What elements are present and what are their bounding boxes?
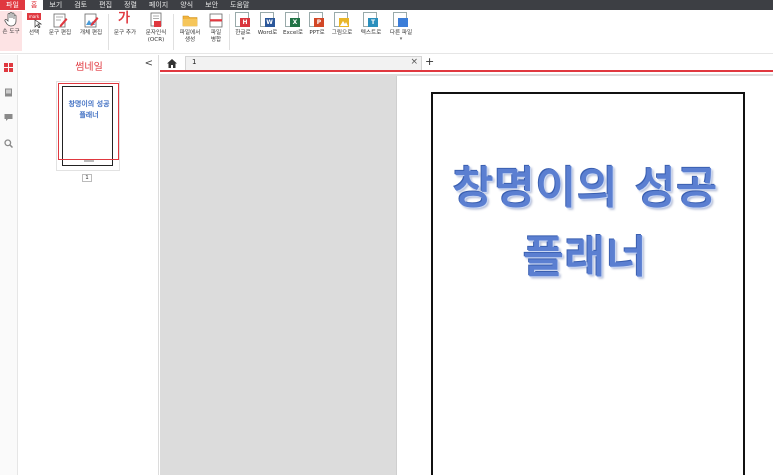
bookmark-icon[interactable] (4, 88, 13, 97)
hwp-badge: H (240, 18, 250, 27)
convert-excel-label: Excel로 (283, 30, 303, 36)
add-text-label: 문구 추가 (113, 30, 137, 36)
chevron-down-icon: ▾ (241, 36, 245, 42)
convert-text-label: 텍스트로 (360, 30, 382, 36)
hand-tool-label: 손 도구 (2, 29, 20, 35)
create-from-file-button[interactable]: 파일에서 생성 (176, 12, 204, 44)
left-icon-strip (0, 55, 18, 475)
menu-bar: 파일 홈 보기 검토 편집 정렬 페이지 양식 보안 도움말 (0, 0, 773, 10)
convert-ppt-label: PPT로 (309, 30, 325, 36)
convert-excel-button[interactable]: X Excel로 (281, 12, 305, 37)
create-from-file-label-line1: 파일에서 (179, 30, 201, 36)
document-tab-label: 1 (192, 58, 197, 66)
convert-word-button[interactable]: W Word로 (256, 12, 279, 37)
document-tab[interactable]: 1 × (185, 56, 422, 70)
ppt-badge: P (314, 18, 324, 27)
convert-hwp-button[interactable]: H 한글로 ▾ (232, 12, 254, 42)
hand-tool-button[interactable]: 손 도구 (0, 11, 22, 51)
document-title-line2: 플래너 (523, 232, 648, 283)
add-text-glyph: 가 (118, 11, 130, 26)
menu-file[interactable]: 파일 (0, 0, 25, 10)
chevron-down-icon: ▾ (399, 36, 403, 42)
merge-icon (209, 13, 223, 28)
merge-file-button[interactable]: 파일 병합 (206, 12, 226, 44)
document-page: 창명이의 성공 플래너 (396, 76, 773, 475)
menu-review[interactable]: 검토 (68, 0, 93, 10)
select-button[interactable]: mark 선택 (24, 12, 44, 37)
menu-help[interactable]: 도움말 (224, 0, 255, 10)
add-text-icon: 가 (117, 11, 133, 28)
comment-icon[interactable] (4, 113, 13, 122)
convert-other-button[interactable]: 다른 파일 ▾ (387, 12, 415, 42)
other-file-icon (393, 12, 409, 28)
app-window: 파일 홈 보기 검토 편집 정렬 페이지 양식 보안 도움말 손 도구 mark… (0, 0, 773, 475)
word-icon: W (259, 12, 276, 28)
edit-text-label: 문구 편집 (48, 30, 72, 36)
menu-form[interactable]: 양식 (174, 0, 199, 10)
excel-icon: X (285, 12, 301, 28)
menu-view[interactable]: 보기 (43, 0, 68, 10)
create-from-file-label-line2: 생성 (184, 37, 196, 43)
menu-edit[interactable]: 편집 (93, 0, 118, 10)
edit-text-button[interactable]: 문구 편집 (46, 12, 74, 37)
excel-badge: X (290, 18, 300, 27)
ribbon-toolbar: 손 도구 mark 선택 문구 편집 개체 편집 가 문구 추가 문자인식 (O… (0, 10, 773, 54)
thumbnail-selection (58, 83, 119, 160)
new-tab-button[interactable]: + (425, 55, 434, 68)
hwp-icon: H (235, 12, 251, 28)
menu-home[interactable]: 홈 (24, 0, 44, 10)
text-badge: T (368, 18, 378, 27)
cursor-icon (34, 19, 42, 28)
thumbnail-panel: 썸네일 < 창명이의 성공 플래너 1 (19, 55, 159, 475)
edit-text-icon (53, 13, 68, 28)
ocr-label-line1: 문자인식 (145, 30, 167, 36)
home-icon[interactable] (166, 58, 178, 69)
merge-file-label-line2: 병합 (210, 37, 222, 43)
convert-image-button[interactable]: 그림으로 (329, 12, 355, 37)
word-badge: W (264, 18, 275, 27)
convert-ppt-button[interactable]: P PPT로 (307, 12, 327, 37)
convert-image-label: 그림으로 (331, 30, 353, 36)
image-icon (334, 12, 350, 28)
ocr-button[interactable]: 문자인식 (OCR) (141, 12, 171, 44)
ocr-icon (150, 12, 162, 27)
thumbnail-title-line1: 창명이의 성공 (68, 100, 110, 108)
thumbnail-title-line2: 플래너 (79, 111, 99, 119)
search-icon[interactable] (4, 139, 13, 148)
menu-page[interactable]: 페이지 (143, 0, 174, 10)
document-tab-bar: 1 × + (160, 55, 773, 72)
convert-text-button[interactable]: T 텍스트로 (357, 12, 385, 37)
hand-icon (4, 12, 17, 27)
edit-object-button[interactable]: 개체 편집 (76, 12, 106, 37)
page-thumbnail[interactable]: 창명이의 성공 플래너 (56, 81, 120, 171)
merge-file-label-line1: 파일 (210, 30, 222, 36)
ribbon-separator (229, 14, 230, 50)
thumbnail-panel-icon[interactable] (4, 63, 13, 72)
ppt-icon: P (309, 12, 325, 28)
add-text-button[interactable]: 가 문구 추가 (111, 11, 139, 37)
thumbnail-footer-mark (84, 160, 94, 162)
edit-object-icon (84, 13, 99, 28)
text-file-icon: T (363, 12, 379, 28)
picture-icon (340, 21, 348, 26)
document-viewer[interactable]: 창명이의 성공 플래너 (160, 74, 773, 475)
menu-security[interactable]: 보안 (199, 0, 224, 10)
thumbnail-page-number: 1 (82, 174, 92, 182)
select-icon: mark (26, 12, 42, 28)
ocr-label-line2: (OCR) (147, 37, 165, 43)
collapse-panel-icon[interactable]: < (145, 58, 153, 69)
convert-word-label: Word로 (257, 30, 278, 36)
document-title-line1: 창명이의 성공 (452, 163, 719, 214)
close-icon[interactable]: × (410, 57, 418, 67)
menu-arrange[interactable]: 정렬 (118, 0, 143, 10)
folder-icon (182, 15, 198, 27)
thumbnail-panel-title: 썸네일 (75, 62, 103, 73)
ribbon-separator (173, 14, 174, 50)
select-label: 선택 (28, 30, 40, 36)
ribbon-separator (108, 14, 109, 50)
edit-object-label: 개체 편집 (79, 30, 103, 36)
